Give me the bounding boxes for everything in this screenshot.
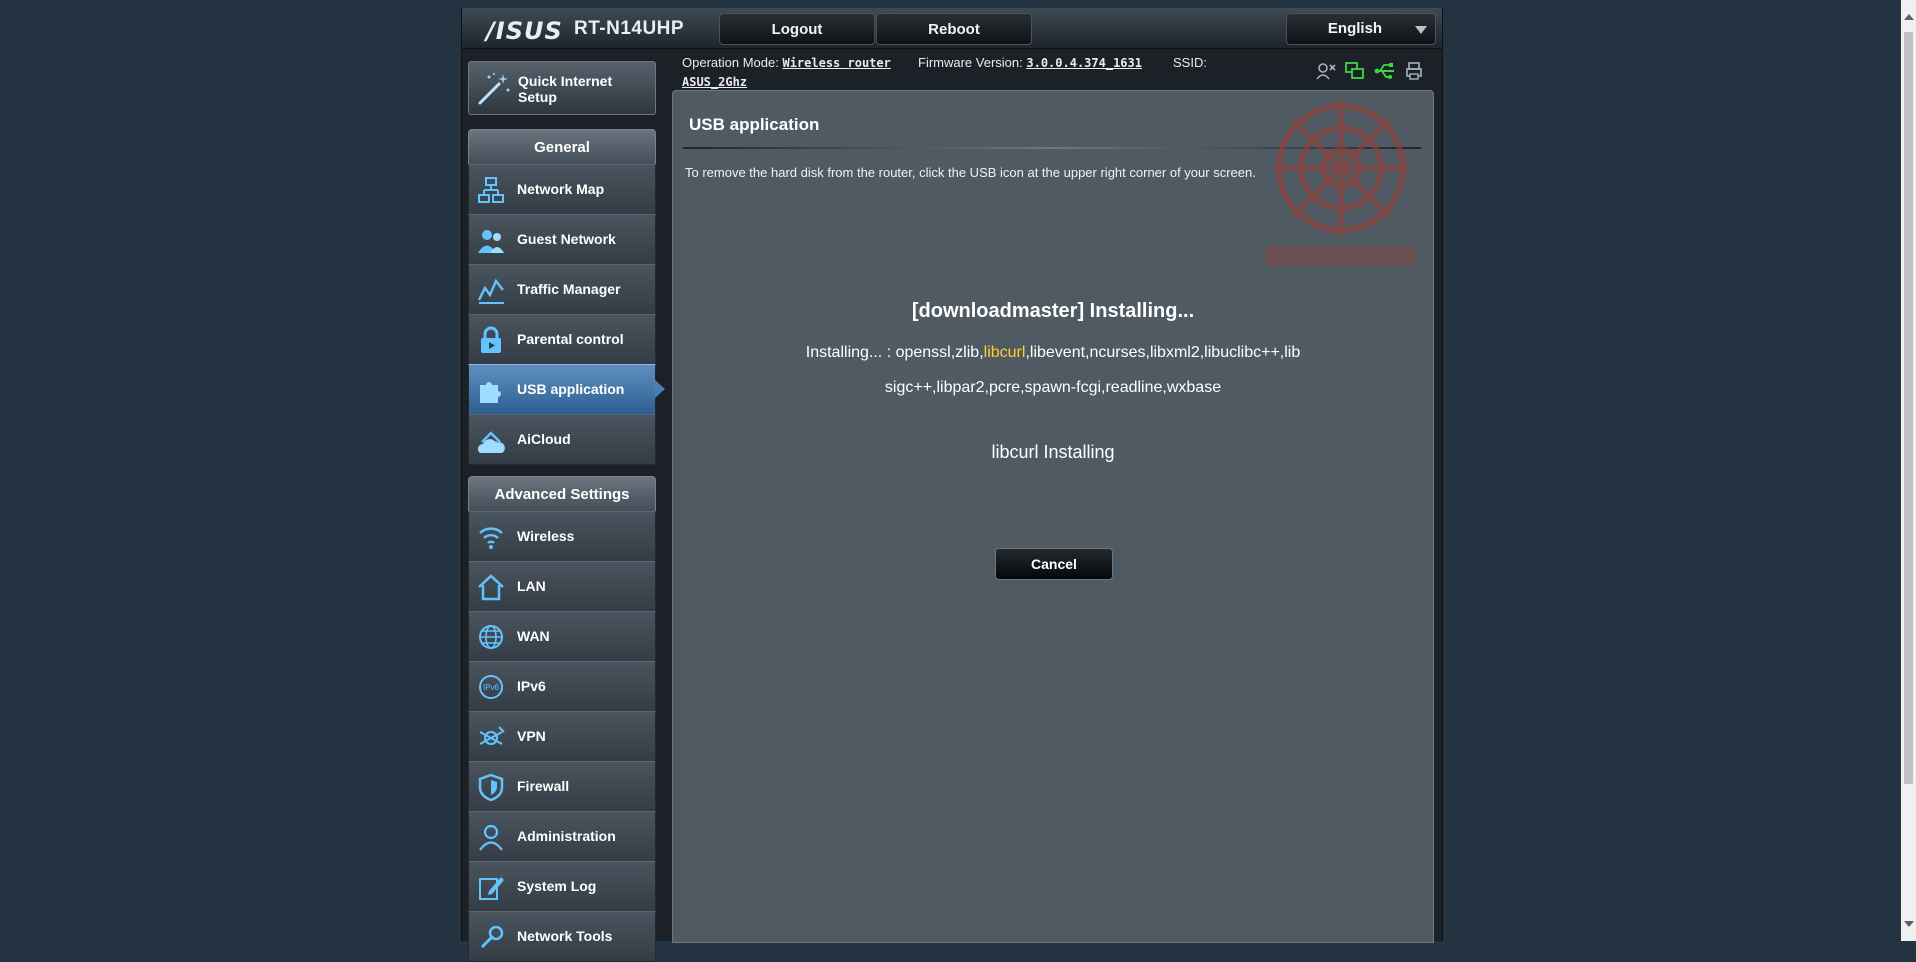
sidebar-item-label: LAN	[517, 578, 546, 594]
ssid-link[interactable]: ASUS_2Ghz	[682, 75, 747, 89]
sidebar-item-label: Network Tools	[517, 928, 613, 944]
general-section-title: General	[468, 129, 656, 165]
sidebar-item-lan[interactable]: LAN	[468, 561, 656, 612]
quick-internet-setup-button[interactable]: Quick Internet Setup	[468, 61, 656, 115]
network-map-icon	[478, 177, 504, 203]
user-icon[interactable]	[1316, 62, 1336, 80]
sidebar-item-label: Network Map	[517, 181, 605, 197]
sidebar-item-firewall[interactable]: Firewall	[468, 761, 656, 812]
status-icons	[1316, 62, 1423, 80]
wifi-icon	[479, 527, 503, 549]
sidebar-item-label: Guest Network	[517, 231, 616, 247]
puzzle-icon	[480, 382, 501, 403]
traffic-manager-icon	[477, 278, 504, 304]
usb-removal-hint: To remove the hard disk from the router,…	[685, 165, 1256, 180]
ssid-label: SSID:	[1173, 55, 1207, 70]
firmware-version: Firmware Version: 3.0.0.4.374_1631	[918, 55, 1142, 70]
magic-wand-icon	[478, 73, 510, 105]
operation-mode-link[interactable]: Wireless router	[782, 56, 890, 70]
package-list: Installing... : openssl,zlib,libcurl,lib…	[803, 335, 1303, 405]
house-icon	[478, 574, 504, 601]
active-item-pointer	[655, 380, 665, 398]
sidebar-item-network-map[interactable]: Network Map	[468, 164, 656, 215]
sidebar-item-administration[interactable]: Administration	[468, 811, 656, 862]
ssid: ASUS_2Ghz	[682, 74, 747, 89]
log-edit-icon	[479, 877, 504, 900]
sidebar-item-usb-application[interactable]: USB application	[468, 364, 656, 415]
admin-user-icon	[479, 824, 503, 851]
sidebar-item-traffic-manager[interactable]: Traffic Manager	[468, 264, 656, 315]
sidebar-item-guest-network[interactable]: Guest Network	[468, 214, 656, 265]
shield-icon	[478, 773, 504, 801]
lock-icon	[481, 326, 501, 353]
sidebar-item-parental-control[interactable]: Parental control	[468, 314, 656, 365]
chevron-down-icon	[1415, 26, 1427, 34]
printer-icon[interactable]	[1405, 62, 1423, 80]
install-heading: [downloadmaster] Installing...	[911, 300, 1195, 322]
globe-icon	[479, 625, 503, 649]
scroll-thumb[interactable]	[1904, 32, 1913, 784]
logout-button[interactable]: Logout	[719, 13, 875, 45]
sidebar-item-label: IPv6	[517, 678, 546, 694]
guest-network-icon	[478, 230, 504, 253]
sidebar-item-aicloud[interactable]: AiCloud	[468, 414, 656, 465]
cloud-house-icon	[478, 431, 505, 453]
current-package: libcurl	[983, 344, 1026, 361]
usb-icon[interactable]	[1374, 62, 1396, 80]
scroll-up-icon[interactable]	[1904, 14, 1914, 20]
sidebar-item-label: Traffic Manager	[517, 281, 621, 297]
sidebar-item-system-log[interactable]: System Log	[468, 861, 656, 912]
firmware-link[interactable]: 3.0.0.4.374_1631	[1026, 56, 1142, 70]
page-title: USB application	[689, 115, 820, 134]
asus-logo: /ISUS	[486, 17, 563, 45]
sidebar-item-label: Administration	[517, 828, 616, 844]
install-status: libcurl Installing	[991, 442, 1115, 462]
sidebar-item-wan[interactable]: WAN	[468, 611, 656, 662]
firmware-label: Firmware Version:	[918, 55, 1023, 70]
sidebar-item-label: System Log	[517, 878, 597, 894]
cancel-button[interactable]: Cancel	[995, 548, 1113, 580]
tools-icon	[480, 925, 504, 949]
operation-mode-label: Operation Mode:	[682, 55, 779, 70]
ipv6-globe-icon: IPv6	[479, 675, 503, 699]
sidebar-item-network-tools[interactable]: Network Tools	[468, 911, 656, 962]
sidebar-item-vpn[interactable]: VPN	[468, 711, 656, 762]
svg-text:IPv6: IPv6	[483, 683, 500, 692]
watermark-logo	[1266, 100, 1416, 266]
sidebar-item-label: Wireless	[517, 528, 575, 544]
sidebar-item-label: Firewall	[517, 778, 570, 794]
sidebar-item-label: AiCloud	[517, 431, 571, 447]
router-model: RT-N14UHP	[574, 18, 685, 39]
sidebar-item-label: USB application	[517, 381, 625, 397]
advanced-settings-title: Advanced Settings	[468, 476, 656, 512]
quick-internet-setup-label: Quick Internet Setup	[518, 73, 613, 105]
reboot-button[interactable]: Reboot	[876, 13, 1032, 45]
sidebar-item-wireless[interactable]: Wireless	[468, 511, 656, 562]
page-scrollbar[interactable]	[1901, 0, 1916, 941]
vpn-icon	[479, 726, 505, 745]
sidebar-item-label: WAN	[517, 628, 550, 644]
top-bar: /ISUS RT-N14UHP Logout Reboot English	[462, 8, 1442, 49]
language-value: English	[1327, 20, 1383, 37]
operation-mode: Operation Mode: Wireless router	[682, 55, 891, 70]
network-icon[interactable]	[1345, 62, 1365, 80]
sidebar-item-label: Parental control	[517, 331, 624, 347]
sidebar-item-ipv6[interactable]: IPv6 IPv6	[468, 661, 656, 712]
package-list-prefix: Installing... : openssl,zlib,	[805, 344, 984, 361]
scroll-down-icon[interactable]	[1904, 921, 1914, 927]
language-select[interactable]: English	[1286, 13, 1436, 45]
sidebar-item-label: VPN	[517, 728, 546, 744]
